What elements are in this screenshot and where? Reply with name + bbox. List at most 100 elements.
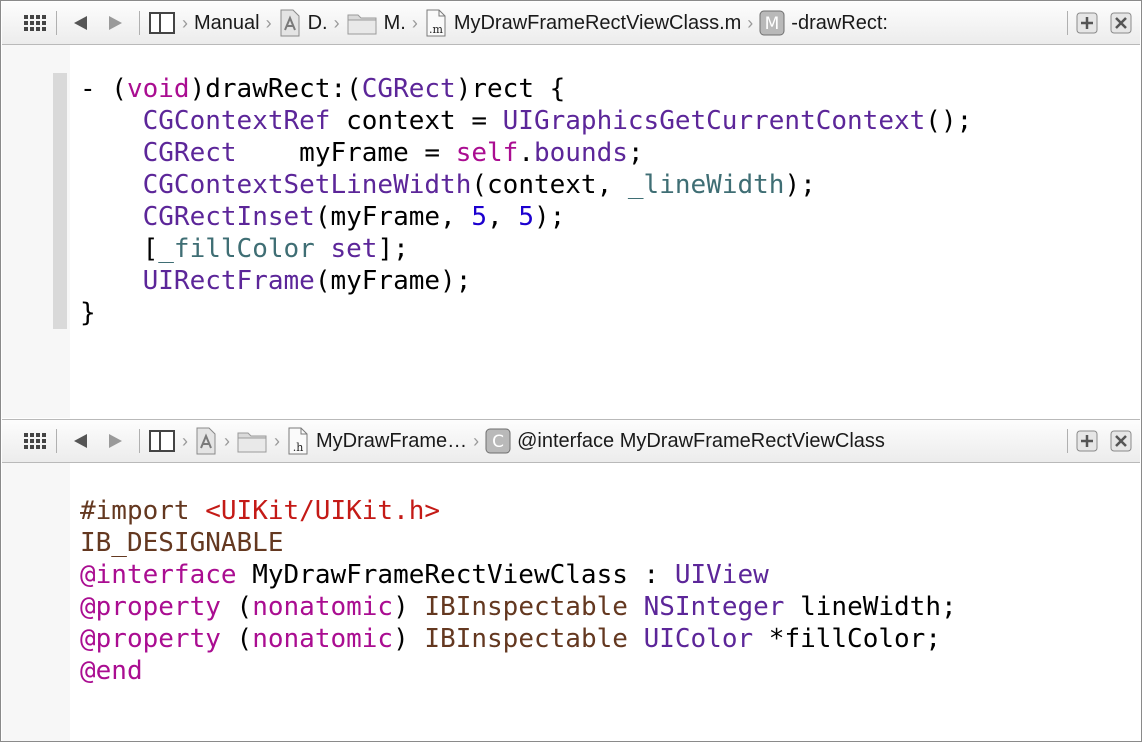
code-line[interactable]: CGContextRef context = UIGraphicsGetCurr…	[80, 106, 973, 136]
m-file-icon: .m	[424, 8, 448, 38]
add-editor-icon[interactable]	[1076, 12, 1098, 34]
svg-text:.m: .m	[429, 23, 443, 36]
breadcrumb-label: Manual	[194, 11, 260, 34]
code-line[interactable]: }	[80, 298, 96, 328]
breadcrumb-chevron: ›	[182, 12, 188, 33]
breadcrumb-chevron: ›	[274, 430, 280, 451]
code-token: lineWidth;	[784, 592, 957, 622]
breadcrumb-label: -drawRect:	[791, 11, 888, 34]
code-line[interactable]: #import <UIKit/UIKit.h>	[80, 496, 440, 526]
code-line[interactable]: CGContextSetLineWidth(context, _lineWidt…	[80, 170, 816, 200]
code-token: _fillColor	[158, 234, 315, 264]
code-line[interactable]: [_fillColor set];	[80, 234, 409, 264]
code-token: ;	[627, 138, 644, 168]
bottom-code-editor[interactable]: #import <UIKit/UIKit.h> IB_DESIGNABLE @i…	[2, 463, 1140, 741]
folder-icon	[236, 428, 268, 454]
breadcrumb-label: MyDrawFrame…	[316, 429, 468, 452]
code-token: IBInspectable	[424, 624, 628, 654]
h-file-icon: .h	[286, 426, 310, 456]
code-token: _lineWidth	[627, 170, 785, 200]
toolbar-divider	[139, 429, 140, 453]
code-line[interactable]: @end	[80, 656, 143, 686]
forward-arrow-icon[interactable]	[105, 432, 125, 450]
code-token: #import	[80, 496, 206, 526]
add-editor-icon[interactable]	[1076, 430, 1098, 452]
implementation-code[interactable]: - (void)drawRect:(CGRect)rect { CGContex…	[80, 73, 972, 329]
code-token: );	[533, 202, 566, 232]
breadcrumb-item[interactable]: .m MyDrawFrameRectViewClass.m	[424, 8, 741, 38]
split-layout-icon[interactable]	[148, 11, 176, 35]
code-token: (myFrame);	[314, 266, 472, 296]
interface-code[interactable]: #import <UIKit/UIKit.h> IB_DESIGNABLE @i…	[80, 495, 957, 687]
code-token: }	[80, 298, 96, 328]
code-line[interactable]: @property (nonatomic) IBInspectable NSIn…	[80, 592, 957, 622]
breadcrumb-chevron: ›	[747, 12, 754, 33]
back-arrow-icon[interactable]	[71, 432, 91, 450]
forward-arrow-icon[interactable]	[105, 14, 125, 32]
split-layout-icon[interactable]	[148, 429, 176, 453]
folder-icon	[346, 10, 378, 36]
breadcrumb-item[interactable]: .h MyDrawFrame…	[286, 426, 467, 456]
breadcrumb-item[interactable]: Manual	[194, 12, 260, 35]
code-token: (myFrame,	[314, 202, 472, 232]
back-arrow-icon[interactable]	[71, 14, 91, 32]
breadcrumb-label: D.	[307, 11, 328, 34]
code-token: - (	[80, 74, 127, 104]
svg-text:C: C	[492, 432, 504, 452]
breadcrumb-item[interactable]: C @interface MyDrawFrameRectViewClass	[485, 428, 885, 454]
code-line[interactable]: CGRect myFrame = self.bounds;	[80, 138, 644, 168]
breadcrumb-item[interactable]	[236, 428, 268, 454]
code-token: void	[126, 74, 190, 104]
code-token: ];	[377, 234, 409, 264]
toolbar-divider	[56, 11, 57, 35]
bottom-jump-bar: › › › .h MyDrawFrame… › C @interface MyDrawFram…	[2, 419, 1140, 463]
code-token: 5	[471, 202, 488, 232]
close-editor-icon[interactable]	[1110, 430, 1132, 452]
breadcrumb-item[interactable]: D.	[278, 8, 328, 38]
code-line[interactable]: UIRectFrame(myFrame);	[80, 266, 472, 296]
code-token: UIGraphicsGetCurrentContext	[502, 106, 926, 136]
close-editor-icon[interactable]	[1110, 12, 1132, 34]
breadcrumb-item[interactable]: M -drawRect:	[759, 10, 888, 36]
code-token: bounds	[533, 138, 628, 168]
toolbar-divider	[139, 11, 140, 35]
class-icon: C	[485, 428, 511, 454]
grid-icon[interactable]	[24, 14, 48, 32]
code-token: MyDrawFrameRectViewClass :	[236, 560, 675, 590]
code-token: nonatomic	[252, 624, 394, 654]
code-line[interactable]: @interface MyDrawFrameRectViewClass : UI…	[80, 560, 769, 590]
code-line[interactable]: - (void)drawRect:(CGRect)rect {	[80, 74, 565, 104]
method-icon: M	[759, 10, 785, 36]
breadcrumb-label: MyDrawFrameRectViewClass.m	[453, 11, 742, 34]
code-line[interactable]: @property (nonatomic) IBInspectable UICo…	[80, 624, 941, 654]
code-token: (	[220, 624, 253, 654]
code-token: context =	[330, 106, 503, 136]
xcode-assistant-editor: › Manual › D. › M. › .m MyDrawFrameRectViewClass…	[0, 0, 1142, 742]
code-token: nonatomic	[252, 592, 394, 622]
project-icon	[278, 8, 302, 38]
toolbar-divider	[56, 429, 57, 453]
code-token: <UIKit/UIKit.h>	[205, 496, 441, 526]
code-token: 5	[518, 202, 534, 232]
code-token: @property	[80, 624, 221, 654]
code-token: NSInteger	[643, 592, 785, 622]
project-icon	[194, 426, 218, 456]
grid-icon[interactable]	[24, 432, 48, 450]
code-token: *fillColor;	[753, 624, 941, 654]
breadcrumb-item[interactable]: M.	[346, 10, 406, 36]
code-fold-ribbon[interactable]	[53, 73, 67, 329]
code-line[interactable]: IB_DESIGNABLE	[80, 528, 284, 558]
line-gutter	[2, 45, 70, 418]
code-token: UIColor	[643, 624, 754, 654]
top-code-editor[interactable]: - (void)drawRect:(CGRect)rect { CGContex…	[2, 45, 1140, 418]
code-token: );	[784, 170, 816, 200]
breadcrumb-chevron: ›	[333, 12, 340, 33]
code-token: ();	[925, 106, 973, 136]
code-line[interactable]: CGRectInset(myFrame, 5, 5);	[80, 202, 566, 232]
breadcrumb-item[interactable]	[194, 426, 218, 456]
breadcrumb-label: @interface MyDrawFrameRectViewClass	[517, 429, 885, 452]
code-token: CGRectInset	[142, 202, 315, 232]
